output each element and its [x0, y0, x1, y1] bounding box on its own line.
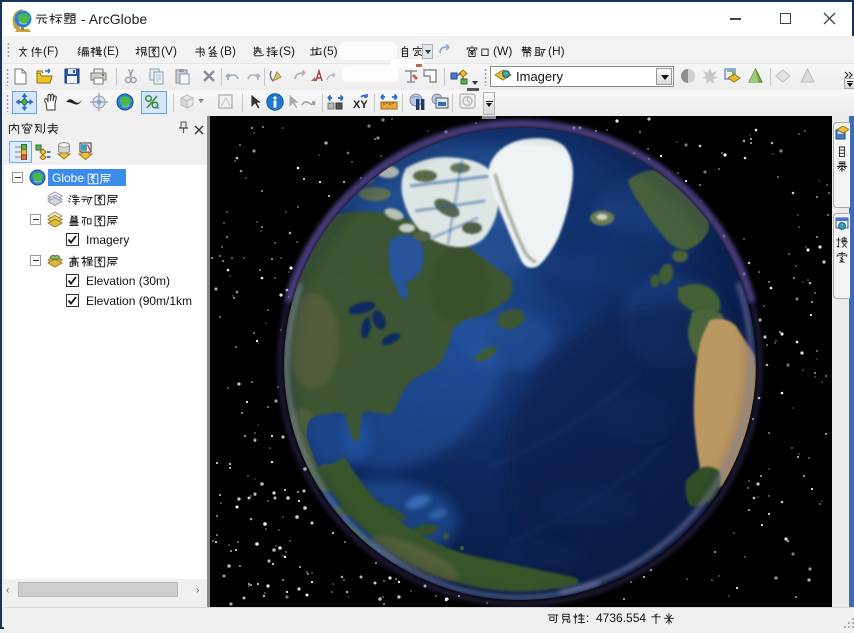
svg-text:XY: XY — [353, 99, 368, 111]
